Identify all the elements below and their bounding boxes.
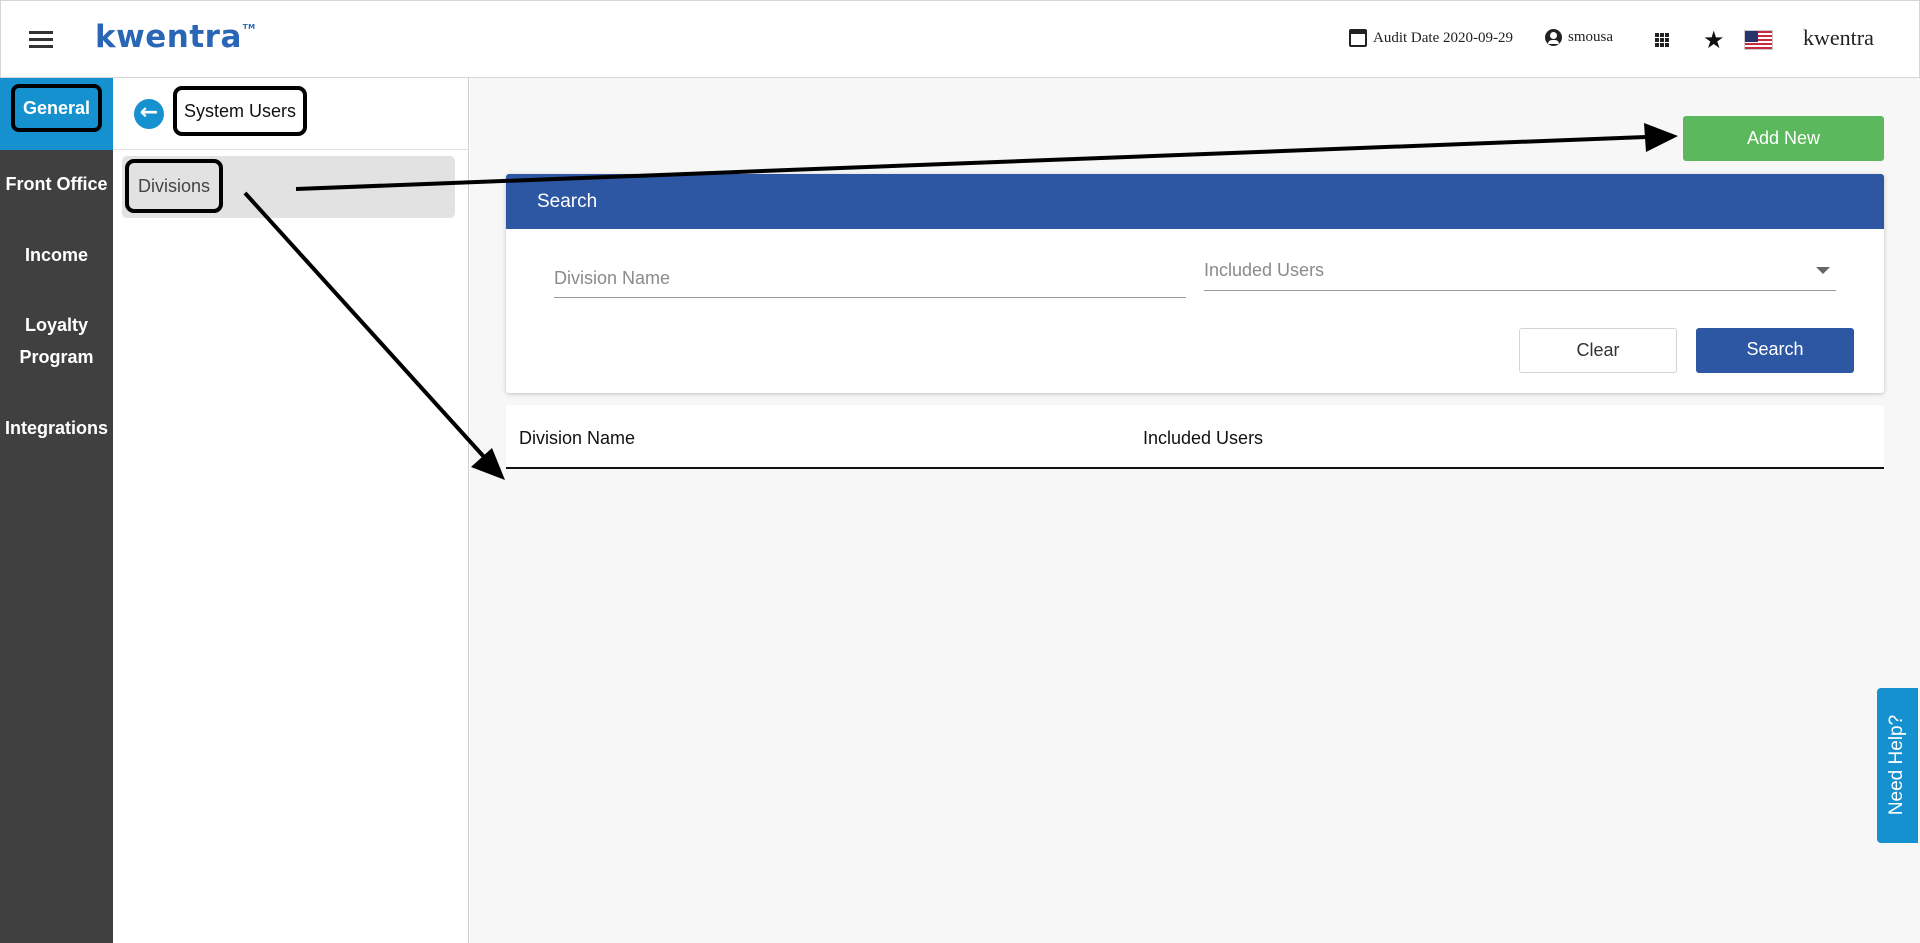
included-users-select[interactable]: Included Users xyxy=(1204,253,1836,291)
submenu-item-label: Divisions xyxy=(125,159,224,213)
brand-label[interactable]: kwentra xyxy=(1803,25,1874,51)
dropdown-caret-icon xyxy=(1816,267,1830,274)
main-content: Add New Search Division Name Included Us… xyxy=(470,78,1920,943)
need-help-label: Need Help? xyxy=(1886,714,1907,816)
hamburger-menu-icon[interactable] xyxy=(29,31,53,49)
rail-item-general[interactable]: General xyxy=(0,78,113,150)
us-flag-icon[interactable] xyxy=(1744,30,1773,50)
need-help-tab[interactable]: Need Help? xyxy=(1877,688,1918,843)
main-navigation-rail: General Front Office Income Loyalty Prog… xyxy=(0,78,113,943)
search-panel: Search Division Name Included Users Clea… xyxy=(506,174,1884,393)
top-header: kwentraTM Audit Date 2020-09-29 smousa ★… xyxy=(0,0,1920,78)
rail-item-loyalty-program[interactable]: Loyalty Program xyxy=(0,309,113,373)
audit-date: Audit Date 2020-09-29 xyxy=(1349,29,1513,47)
rail-item-front-office[interactable]: Front Office xyxy=(0,168,113,200)
submenu-item-divisions[interactable]: Divisions xyxy=(122,156,455,218)
add-new-button[interactable]: Add New xyxy=(1683,116,1884,161)
clear-button[interactable]: Clear xyxy=(1519,328,1677,373)
included-users-placeholder: Included Users xyxy=(1204,260,1325,280)
rail-item-integrations[interactable]: Integrations xyxy=(0,412,113,444)
search-panel-title: Search xyxy=(506,174,1884,229)
back-arrow-icon[interactable]: ← xyxy=(134,99,164,129)
audit-date-label: Audit Date 2020-09-29 xyxy=(1373,29,1513,46)
search-button[interactable]: Search xyxy=(1696,328,1854,373)
submenu-title: System Users xyxy=(173,86,308,136)
account-circle-icon xyxy=(1545,29,1562,46)
apps-grid-icon[interactable] xyxy=(1655,33,1669,47)
rail-item-income[interactable]: Income xyxy=(0,239,113,271)
column-header-included-users[interactable]: Included Users xyxy=(1143,428,1263,449)
division-name-input[interactable]: Division Name xyxy=(554,261,1186,298)
submenu-panel: ← System Users Divisions xyxy=(113,78,469,943)
rail-item-label: General xyxy=(10,84,103,132)
username-label: smousa xyxy=(1568,29,1613,45)
submenu-header: ← System Users xyxy=(113,78,469,150)
kwentra-logo[interactable]: kwentraTM xyxy=(95,19,256,55)
divisions-table-header: Division Name Included Users xyxy=(506,405,1884,469)
division-name-placeholder: Division Name xyxy=(554,268,671,288)
user-menu[interactable]: smousa xyxy=(1545,29,1613,46)
star-icon[interactable]: ★ xyxy=(1703,25,1725,55)
calendar-icon xyxy=(1349,29,1367,47)
column-header-division-name[interactable]: Division Name xyxy=(519,428,635,449)
